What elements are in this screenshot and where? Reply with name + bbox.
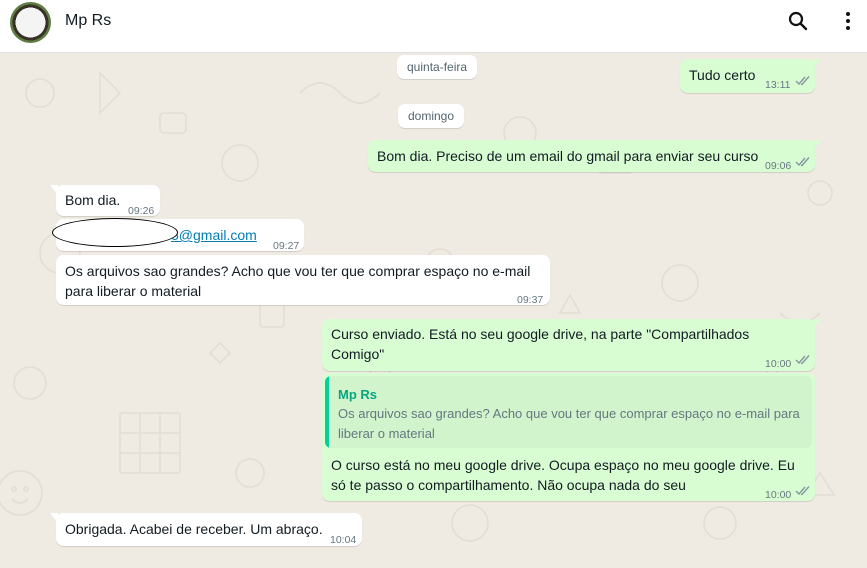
message-text: Bom dia. (65, 192, 121, 208)
date-chip: quinta-feira (397, 55, 478, 79)
message-text: Tudo certo (689, 67, 756, 83)
message-time: 10:00 (765, 489, 792, 501)
message-text: para liberar o material (65, 283, 202, 299)
search-icon[interactable] (786, 9, 810, 33)
message-list[interactable]: quinta-feira Tudo certo 13:11 domingo Bo… (0, 53, 867, 568)
message-time: 09:06 (765, 160, 792, 172)
email-link[interactable]: 5@gmail.com (171, 225, 257, 245)
bubble-tail (813, 319, 821, 329)
outgoing-message[interactable]: Bom dia. Preciso de um email do gmail pa… (368, 140, 815, 172)
contact-name[interactable]: Mp Rs (65, 12, 111, 30)
bubble-tail (813, 59, 821, 69)
message-text: só te passo o compartilhamento. Não ocup… (331, 477, 686, 493)
outgoing-message[interactable]: Tudo certo 13:11 (680, 59, 815, 93)
quote-text: liberar o material (338, 426, 435, 441)
message-time: 09:27 (273, 240, 300, 252)
quoted-message[interactable]: Mp Rs Os arquivos sao grandes? Acho que … (325, 376, 812, 448)
menu-icon[interactable] (836, 9, 860, 33)
quote-text: Os arquivos sao grandes? Acho que vou te… (338, 406, 800, 421)
chat-header: Mp Rs (0, 0, 867, 53)
double-check-icon (795, 157, 810, 167)
quote-author: Mp Rs (338, 387, 377, 402)
message-text: Curso enviado. Está no seu google drive,… (331, 326, 750, 342)
double-check-icon (795, 486, 810, 496)
message-text: Os arquivos sao grandes? Acho que vou te… (65, 263, 531, 279)
incoming-message[interactable]: Bom dia. 09:26 (56, 185, 160, 217)
message-time: 13:11 (765, 79, 791, 91)
message-text: Comigo" (331, 346, 385, 362)
double-check-icon (795, 76, 810, 86)
outgoing-message[interactable]: Mp Rs Os arquivos sao grandes? Acho que … (322, 373, 815, 501)
message-text: Obrigada. Acabei de receber. Um abraço. (65, 521, 323, 537)
quote-accent-bar (325, 376, 329, 448)
incoming-message[interactable]: Os arquivos sao grandes? Acho que vou te… (56, 255, 550, 306)
message-time: 09:37 (517, 294, 544, 306)
message-text: O curso está no meu google drive. Ocupa … (331, 457, 795, 473)
date-chip: domingo (398, 104, 465, 128)
message-text: Bom dia. Preciso de um email do gmail pa… (377, 148, 759, 164)
outgoing-message[interactable]: Curso enviado. Está no seu google drive,… (322, 319, 815, 371)
incoming-message[interactable]: Obrigada. Acabei de receber. Um abraço. … (56, 513, 362, 546)
avatar[interactable] (10, 2, 51, 43)
message-time: 10:00 (765, 358, 792, 370)
redaction-mark (52, 218, 178, 247)
double-check-icon (795, 355, 810, 365)
bubble-tail (813, 140, 821, 150)
message-time: 10:04 (330, 534, 357, 546)
